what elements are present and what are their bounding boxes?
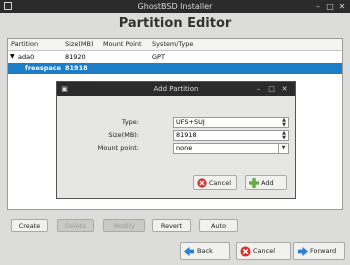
expander-arrow-icon[interactable]: ▼ [10, 53, 15, 60]
dialog-minimize-icon[interactable]: – [254, 82, 263, 96]
cancel-icon [240, 246, 251, 257]
cancel-button[interactable]: Cancel [236, 242, 291, 260]
forward-label: Forward [310, 247, 337, 255]
add-partition-dialog: ▣ Add Partition – □ ✕ Type: UFS+SUJ ▲ ▼ S… [56, 81, 296, 199]
size-label: Size(MB): [108, 131, 139, 139]
dialog-menu-icon[interactable]: ▣ [60, 82, 69, 96]
chevron-down-icon[interactable]: ▼ [278, 144, 288, 153]
dialog-cancel-label: Cancel [209, 179, 232, 187]
revert-button[interactable]: Revert [152, 219, 191, 232]
window-menu-icon[interactable] [4, 2, 12, 10]
dialog-maximize-icon[interactable]: □ [267, 82, 276, 96]
type-spinbox[interactable]: UFS+SUJ ▲ ▼ [173, 117, 289, 128]
spin-arrows-icon[interactable]: ▲ ▼ [282, 131, 286, 141]
dialog-cancel-button[interactable]: Cancel [193, 175, 237, 190]
dialog-title-bar: ▣ Add Partition – □ ✕ [57, 82, 295, 96]
minimize-icon[interactable]: – [313, 0, 323, 13]
partition-size: 81918 [65, 64, 88, 72]
column-header-size[interactable]: Size(MB) [65, 40, 93, 48]
partition-type: GPT [152, 53, 165, 61]
close-icon[interactable]: ✕ [337, 0, 347, 13]
mount-point-combo[interactable]: none ▼ [173, 143, 289, 154]
page-title: Partition Editor [118, 16, 232, 31]
table-row[interactable]: ▼ ada0 81920 GPT [8, 52, 342, 63]
back-button[interactable]: Back [180, 242, 230, 260]
back-arrow-icon [184, 246, 195, 257]
window-title: GhostBSD Installer [137, 2, 213, 11]
auto-button[interactable]: Auto [199, 219, 238, 232]
column-header-partition[interactable]: Partition [11, 40, 38, 48]
title-bar: GhostBSD Installer – □ ✕ [0, 0, 350, 13]
maximize-icon[interactable]: □ [325, 0, 335, 13]
table-row[interactable]: freespace 81918 [8, 63, 342, 74]
type-value: UFS+SUJ [176, 118, 205, 126]
delete-button[interactable]: Delete [57, 219, 94, 232]
modify-button[interactable]: Modify [103, 219, 145, 232]
type-label: Type: [121, 118, 139, 126]
back-label: Back [197, 247, 213, 255]
table-header: Partition Size(MB) Mount Point System/Ty… [8, 39, 342, 51]
partition-name: ada0 [18, 53, 35, 61]
size-value: 81918 [176, 131, 197, 139]
partition-size: 81920 [65, 53, 86, 61]
mount-point-label: Mount point: [97, 144, 139, 152]
add-plus-icon [249, 178, 259, 188]
add-button[interactable]: Add [245, 175, 287, 190]
partition-name: freespace [25, 64, 62, 72]
forward-arrow-icon [297, 246, 308, 257]
spin-arrows-icon[interactable]: ▲ ▼ [282, 118, 286, 128]
dialog-title: Add Partition [153, 85, 199, 93]
cancel-label: Cancel [253, 247, 276, 255]
installer-window: GhostBSD Installer – □ ✕ Partition Edito… [0, 0, 350, 265]
forward-button[interactable]: Forward [293, 242, 345, 260]
size-spinbox[interactable]: 81918 ▲ ▼ [173, 130, 289, 141]
cancel-icon [197, 178, 207, 188]
column-header-system-type[interactable]: System/Type [152, 40, 193, 48]
add-label: Add [261, 179, 274, 187]
column-header-mount-point[interactable]: Mount Point [103, 40, 142, 48]
mount-point-value: none [176, 144, 193, 152]
create-button[interactable]: Create [11, 219, 48, 232]
dialog-close-icon[interactable]: ✕ [280, 82, 289, 96]
